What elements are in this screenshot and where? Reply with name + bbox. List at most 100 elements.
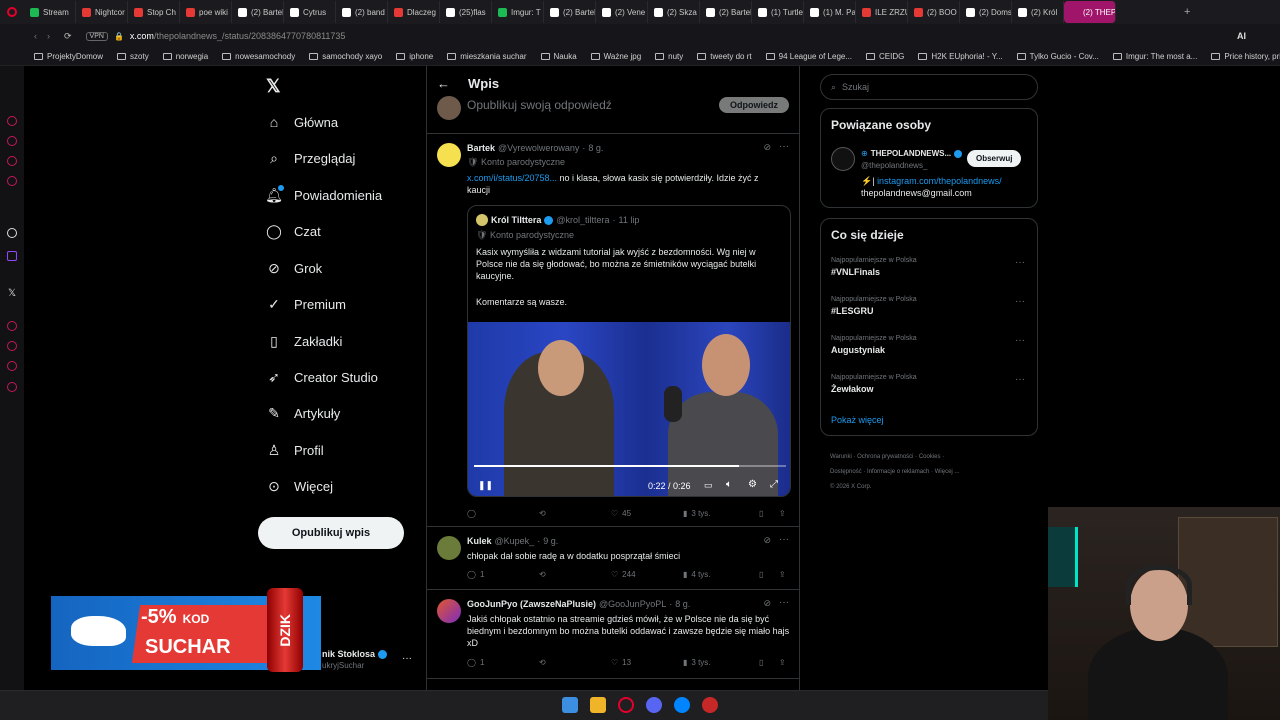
sidebar-icon-5[interactable] <box>7 228 17 238</box>
browser-tab[interactable]: Dlaczeg <box>388 1 440 23</box>
file-explorer-icon[interactable] <box>590 697 606 713</box>
back-icon[interactable]: ‹ <box>34 31 37 41</box>
new-tab-button[interactable]: + <box>1184 6 1200 18</box>
bookmark-item[interactable]: H2K EUphoria! - Y... <box>918 52 1003 61</box>
x-logo-icon[interactable]: 𝕏 <box>266 76 281 97</box>
search-box[interactable]: ⌕ Szukaj <box>820 74 1038 100</box>
author-name[interactable]: Kulek <box>467 536 492 546</box>
trend-item[interactable]: Najpopularniejsze w Polska #VNLFinals <box>831 257 917 277</box>
nav-home[interactable]: ⌂ Główna <box>266 114 338 130</box>
nav-articles[interactable]: ✎ Artykuły <box>266 405 340 421</box>
bookmark-item[interactable]: nuty <box>655 52 683 61</box>
app-icon[interactable] <box>702 697 718 713</box>
fullscreen-icon[interactable]: ⤢ <box>770 479 778 490</box>
trend-more-icon[interactable]: ··· <box>1015 374 1025 385</box>
bookmark-action[interactable]: ▯ <box>759 570 779 579</box>
share-action[interactable]: ⇪ <box>779 658 786 667</box>
more-icon[interactable]: ··· <box>779 141 789 152</box>
ai-button[interactable]: AI <box>1237 31 1246 41</box>
reply-action[interactable]: ◯ 1 <box>467 658 539 667</box>
browser-tab[interactable]: Nightcor <box>76 1 128 23</box>
sidebar-icon-8[interactable] <box>7 361 17 371</box>
show-more-link[interactable]: Pokaż więcej <box>831 415 884 425</box>
share-action[interactable]: ⇪ <box>779 509 786 518</box>
forward-icon[interactable]: › <box>47 31 50 41</box>
account-switcher[interactable]: nik Stoklosa ukryjSuchar ··· <box>322 649 422 670</box>
bookmark-item[interactable]: CEIDG <box>866 52 904 61</box>
browser-tab[interactable]: Stream <box>24 1 76 23</box>
sidebar-icon-2[interactable] <box>7 136 17 146</box>
video-player[interactable]: ❚❚ 0:22 / 0:26 ▭ 🔈︎ ⚙︎ ⤢ <box>468 322 790 496</box>
reply-input[interactable]: Opublikuj swoją odpowiedź <box>467 98 612 112</box>
browser-tab[interactable]: (2) BOO <box>908 1 960 23</box>
nav-profile[interactable]: ♙ Profil <box>266 442 324 458</box>
reload-icon[interactable]: ⟳ <box>64 31 72 42</box>
browser-tab[interactable]: (2) band <box>336 1 388 23</box>
like-action[interactable]: ♡ 45 <box>611 509 683 518</box>
related-avatar[interactable] <box>831 147 855 171</box>
bookmark-item[interactable]: Price history, price... <box>1211 52 1280 61</box>
bookmark-item[interactable]: ProjektyDomow <box>34 52 103 61</box>
post-button[interactable]: Opublikuj wpis <box>258 517 404 549</box>
more-icon[interactable]: ··· <box>779 597 789 608</box>
reply-button[interactable]: Odpowiedz <box>719 97 789 113</box>
browser-tab[interactable]: (2) Bartek <box>544 1 596 23</box>
account-more-icon[interactable]: ··· <box>402 653 412 664</box>
bookmark-action[interactable]: ▯ <box>759 658 779 667</box>
author-handle[interactable]: @Kupek_ <box>495 536 535 546</box>
footer-link[interactable]: Więcej ... <box>935 469 960 475</box>
trend-item[interactable]: Najpopularniejsze w Polska #LESGRU <box>831 296 917 316</box>
author-handle[interactable]: @Vyrewolwerowany <box>498 143 579 153</box>
footer-link[interactable]: Cookies <box>919 454 941 460</box>
browser-tab[interactable]: (2) Vene <box>596 1 648 23</box>
search-input[interactable]: Szukaj <box>842 82 869 92</box>
twitch-icon[interactable] <box>7 251 17 261</box>
bookmark-item[interactable]: szoty <box>117 52 149 61</box>
footer-link[interactable]: Informacje o reklamach <box>867 469 929 475</box>
url-field[interactable]: x.com/thepolandnews_/status/208386477078… <box>130 31 346 41</box>
trend-more-icon[interactable]: ··· <box>1015 257 1025 268</box>
opera-logo-icon[interactable] <box>0 1 24 23</box>
nav-creator-studio[interactable]: ➶ Creator Studio <box>266 369 378 385</box>
browser-tab[interactable]: Stop Ch <box>128 1 180 23</box>
tweet-time[interactable]: 8 g. <box>675 599 690 609</box>
bookmark-item[interactable]: 94 League of Lege... <box>765 52 852 61</box>
x-icon[interactable]: 𝕏 <box>8 288 16 299</box>
related-handle[interactable]: @thepolandnews_ <box>861 161 927 170</box>
nav-more[interactable]: ⊙ Więcej <box>266 478 333 494</box>
bookmark-item[interactable]: nowesamochody <box>222 52 295 61</box>
sidebar-icon-6[interactable] <box>7 321 17 331</box>
browser-tab[interactable]: (2) Skza <box>648 1 700 23</box>
grok-icon[interactable]: ⊘ <box>763 598 771 609</box>
grok-icon[interactable]: ⊘ <box>763 535 771 546</box>
browser-tab[interactable]: ILE ZRZU <box>856 1 908 23</box>
bookmark-item[interactable]: norwegia <box>162 52 208 61</box>
author-name[interactable]: Bartek <box>467 143 495 153</box>
views-action[interactable]: ▮ 3 tys. <box>683 658 759 667</box>
bookmark-item[interactable]: mieszkania suchar <box>447 52 527 61</box>
video-progress-track[interactable] <box>474 465 786 467</box>
quoted-tweet[interactable]: Król Tilttera @krol_tilttera · 11 lip 🛡︎… <box>467 205 791 497</box>
tweet-time[interactable]: 9 g. <box>543 536 558 546</box>
nav-bookmarks[interactable]: ▯ Zakładki <box>266 333 342 349</box>
nav-explore[interactable]: ⌕ Przeglądaj <box>266 150 355 166</box>
nav-chat[interactable]: ◯ Czat <box>266 223 321 239</box>
tweet-time[interactable]: 8 g. <box>588 143 603 153</box>
bookmark-item[interactable]: tweety do rt <box>697 52 752 61</box>
browser-tab[interactable]: (2) Król <box>1012 1 1064 23</box>
share-action[interactable]: ⇪ <box>779 570 786 579</box>
browser-tab[interactable]: poe wiki <box>180 1 232 23</box>
browser-tab[interactable]: (2) Bartek <box>232 1 284 23</box>
bookmark-item[interactable]: Imgur: The most a... <box>1112 52 1197 61</box>
like-action[interactable]: ♡ 244 <box>611 570 683 579</box>
trend-item[interactable]: Najpopularniejsze w Polska Augustyniak <box>831 335 917 355</box>
status-link[interactable]: x.com/i/status/20758... <box>467 173 557 183</box>
volume-icon[interactable]: 🔈︎ <box>726 479 732 490</box>
reply-action[interactable]: ◯ <box>467 509 539 518</box>
browser-tab[interactable]: (2) THEPO <box>1064 1 1116 23</box>
bookmark-item[interactable]: Nauka <box>540 52 577 61</box>
trend-more-icon[interactable]: ··· <box>1015 296 1025 307</box>
browser-tab[interactable]: (25)flas <box>440 1 492 23</box>
more-icon[interactable]: ··· <box>779 534 789 545</box>
nav-premium[interactable]: ✓ Premium <box>266 296 346 312</box>
